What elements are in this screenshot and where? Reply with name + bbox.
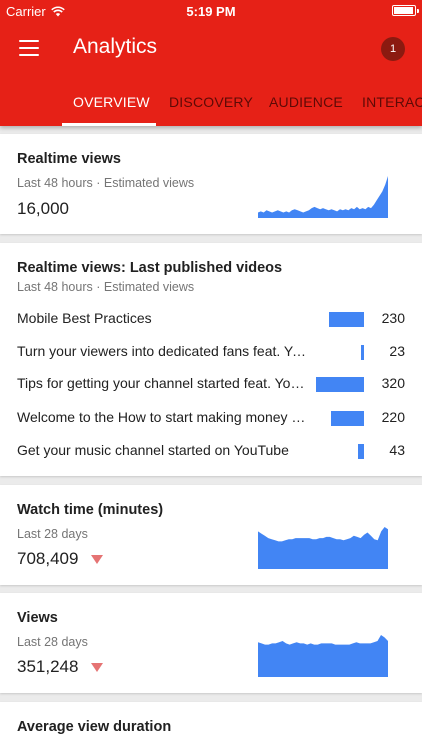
card-subtitle: Last 48 hours · Estimated views (17, 176, 195, 190)
views-sparkline (258, 633, 388, 677)
tab-discovery[interactable]: DISCOVERY (169, 78, 253, 126)
realtime-count: 16,000 (17, 199, 69, 218)
video-views-bar (329, 312, 364, 327)
realtime-sparkline-chart (258, 176, 388, 218)
video-views-bar (331, 411, 364, 426)
watch-time-sparkline-chart (258, 527, 388, 569)
video-title: Turn your viewers into dedicated fans fe… (17, 343, 312, 359)
notification-badge[interactable]: 1 (381, 37, 405, 61)
tab-overview[interactable]: OVERVIEW (73, 78, 150, 126)
realtime-sparkline (258, 174, 388, 218)
video-row[interactable]: Get your music channel started on YouTub… (0, 438, 422, 464)
video-title: Welcome to the How to start making money… (17, 409, 312, 425)
video-views-count: 320 (381, 375, 405, 391)
card-title: Average view duration (17, 719, 172, 735)
status-time: 5:19 PM (186, 4, 236, 19)
active-tab-indicator (62, 123, 156, 126)
trend-down-icon (91, 662, 104, 672)
tab-interaction[interactable]: INTERACT (362, 78, 422, 126)
status-bar: Carrier 5:19 PM (0, 0, 422, 22)
card-title: Watch time (minutes) (17, 502, 164, 518)
app-bar: Analytics 1 (0, 22, 422, 78)
video-views-bar (358, 444, 364, 459)
video-views-count: 230 (381, 310, 405, 326)
card-subtitle: Last 48 hours · Estimated views (17, 280, 195, 294)
views-sparkline-chart (258, 635, 388, 677)
video-views-bar (361, 345, 364, 360)
realtime-value: 16,000 (17, 199, 69, 219)
latest-videos-card[interactable]: Realtime views: Last published videos La… (0, 243, 422, 476)
video-views-count: 43 (389, 442, 405, 458)
watch-time-value: 708,409 (17, 549, 104, 569)
video-row[interactable]: Mobile Best Practices 230 (0, 306, 422, 332)
video-title: Mobile Best Practices (17, 310, 152, 326)
card-title: Views (17, 610, 58, 626)
video-views-count: 23 (389, 343, 405, 359)
video-title: Tips for getting your channel started fe… (17, 375, 312, 391)
video-row[interactable]: Turn your viewers into dedicated fans fe… (0, 339, 422, 365)
views-card[interactable]: Views Last 28 days 351,248 (0, 593, 422, 693)
watch-time-sparkline (258, 525, 388, 569)
app-header: Carrier 5:19 PM Analytics 1 OVERVIEW DIS… (0, 0, 422, 126)
sparkline-area (258, 176, 388, 218)
trend-down-icon (91, 554, 104, 564)
watch-time-card[interactable]: Watch time (minutes) Last 28 days 708,40… (0, 485, 422, 585)
card-subtitle: Last 28 days (17, 635, 88, 649)
card-title: Realtime views (17, 151, 121, 167)
views-count: 351,248 (17, 657, 79, 676)
video-row[interactable]: Welcome to the How to start making money… (0, 405, 422, 431)
video-title: Get your music channel started on YouTub… (17, 442, 289, 458)
card-subtitle: Last 28 days (17, 527, 88, 541)
card-title: Realtime views: Last published videos (17, 260, 283, 276)
video-views-bar (316, 377, 364, 392)
video-row[interactable]: Tips for getting your channel started fe… (0, 371, 422, 397)
video-views-count: 220 (381, 409, 405, 425)
menu-icon[interactable] (19, 40, 39, 56)
watch-time-count: 708,409 (17, 549, 79, 568)
page-title: Analytics (73, 35, 158, 58)
sparkline-area (258, 635, 388, 677)
views-value: 351,248 (17, 657, 104, 677)
tab-audience[interactable]: AUDIENCE (269, 78, 343, 126)
avg-duration-card[interactable]: Average view duration (0, 702, 422, 750)
tab-bar: OVERVIEW DISCOVERY AUDIENCE INTERACT (0, 78, 422, 126)
realtime-views-card[interactable]: Realtime views Last 48 hours · Estimated… (0, 134, 422, 234)
battery-icon (392, 5, 419, 16)
sparkline-area (258, 527, 388, 569)
